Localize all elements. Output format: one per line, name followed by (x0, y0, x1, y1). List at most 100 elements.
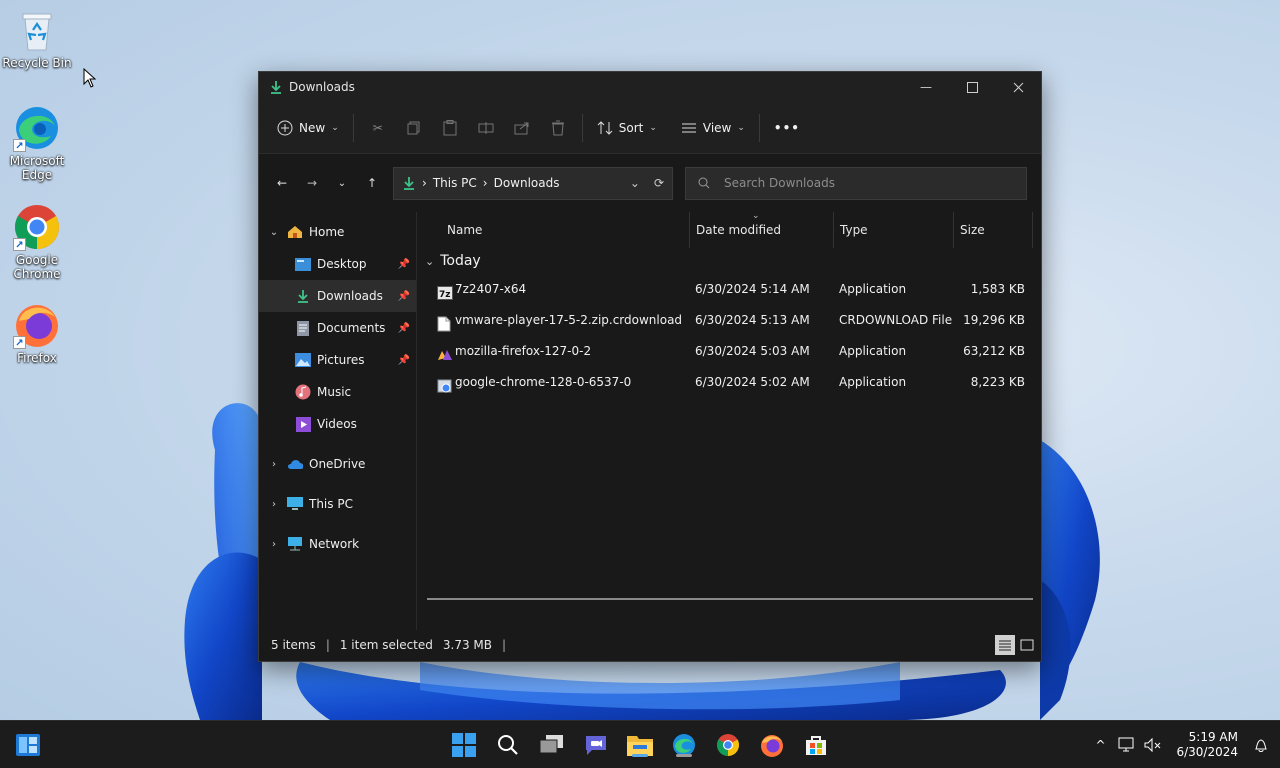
pictures-folder-icon (295, 352, 311, 368)
nav-item-pictures[interactable]: Pictures 📌 (259, 344, 416, 376)
nav-item-onedrive[interactable]: › OneDrive (259, 448, 416, 480)
tiles-view-button[interactable] (1017, 635, 1037, 655)
column-header-date-modified[interactable]: Date modified ⌄ (689, 211, 833, 248)
breadcrumb-downloads[interactable]: Downloads (494, 176, 560, 190)
desktop-icon-recycle-bin[interactable]: Recycle Bin (0, 6, 74, 70)
cut-icon: ✂ (372, 120, 383, 135)
refresh-icon[interactable]: ⟳ (654, 176, 664, 190)
nav-item-this-pc[interactable]: › This PC (259, 488, 416, 520)
horizontal-scrollbar[interactable] (427, 598, 1033, 600)
nav-label: Videos (317, 417, 357, 431)
nav-label: Documents (317, 321, 386, 335)
taskbar-edge[interactable] (668, 729, 700, 761)
desktop-icon-chrome[interactable]: ↗ Google Chrome (0, 203, 74, 281)
notifications-button[interactable] (1248, 737, 1274, 753)
show-hidden-icons-button[interactable]: ^ (1086, 738, 1114, 752)
view-list-icon (681, 123, 696, 132)
running-indicator (676, 754, 692, 757)
shortcut-arrow-icon: ↗ (13, 139, 26, 152)
file-date: 6/30/2024 5:13 AM (695, 313, 810, 327)
taskbar-chrome[interactable] (712, 729, 744, 761)
shortcut-arrow-icon: ↗ (13, 238, 26, 251)
start-button[interactable] (448, 729, 480, 761)
file-date: 6/30/2024 5:02 AM (695, 375, 810, 389)
paste-button[interactable] (432, 111, 468, 145)
chrome-icon (717, 734, 739, 756)
nav-label: OneDrive (309, 457, 366, 471)
chevron-up-icon: ^ (1095, 738, 1106, 752)
view-button[interactable]: View ⌄ (673, 111, 753, 145)
task-view-button[interactable] (536, 729, 568, 761)
address-dropdown-icon[interactable]: ⌄ (630, 176, 640, 190)
breadcrumb-this-pc[interactable]: This PC (433, 176, 477, 190)
search-button[interactable] (492, 729, 524, 761)
share-button[interactable] (504, 111, 540, 145)
network-status-button[interactable] (1114, 737, 1140, 753)
nav-label: This PC (309, 497, 353, 511)
volume-button[interactable] (1140, 737, 1166, 753)
see-more-button[interactable]: ••• (766, 111, 808, 145)
taskbar-file-explorer[interactable] (624, 729, 656, 761)
taskbar-firefox[interactable] (756, 729, 788, 761)
close-button[interactable] (995, 72, 1041, 102)
rename-button[interactable] (468, 111, 504, 145)
nav-item-videos[interactable]: Videos (259, 408, 416, 440)
copy-button[interactable] (396, 111, 432, 145)
file-name: google-chrome-128-0-6537-0 (455, 375, 632, 389)
clock[interactable]: 5:19 AM 6/30/2024 (1176, 730, 1238, 760)
status-size: 3.73 MB (442, 638, 493, 652)
status-item-count: 5 items (271, 638, 316, 652)
pin-icon: 📌 (397, 354, 410, 366)
file-explorer-window: Downloads — New ⌄ ✂ Sort ⌄ View ⌄ ••• ← … (258, 71, 1042, 662)
active-indicator (632, 754, 648, 757)
taskbar-store[interactable] (800, 729, 832, 761)
computer-icon (287, 496, 303, 512)
details-view-button[interactable] (995, 635, 1015, 655)
column-label: Name (447, 223, 483, 237)
desktop-icon-firefox[interactable]: ↗ Firefox (0, 301, 74, 365)
chat-button[interactable] (580, 729, 612, 761)
navigation-pane: ⌄ Home Desktop 📌 Downloads 📌 Documents 📌… (259, 212, 417, 630)
column-header-type[interactable]: Type (833, 212, 953, 248)
nav-item-desktop[interactable]: Desktop 📌 (259, 248, 416, 280)
file-row[interactable]: mozilla-firefox-127-0-2 6/30/2024 5:03 A… (417, 336, 1041, 367)
file-row[interactable]: 7z 7z2407-x64 6/30/2024 5:14 AM Applicat… (417, 274, 1041, 305)
column-header-size[interactable]: Size (953, 212, 1033, 248)
title-bar[interactable]: Downloads — (259, 72, 1041, 102)
chrome-icon: ↗ (13, 203, 61, 251)
new-button[interactable]: New ⌄ (269, 111, 347, 145)
nav-item-home[interactable]: ⌄ Home (259, 216, 416, 248)
file-icon (437, 313, 453, 332)
arrow-left-icon: ← (276, 176, 288, 190)
forward-button[interactable]: → (297, 168, 327, 198)
file-row[interactable]: google-chrome-128-0-6537-0 6/30/2024 5:0… (417, 367, 1041, 398)
toolbar-separator (758, 113, 760, 142)
file-size: 63,212 KB (963, 344, 1025, 358)
delete-button[interactable] (540, 111, 576, 145)
recent-locations-button[interactable]: ⌄ (327, 168, 357, 198)
back-button[interactable]: ← (267, 168, 297, 198)
cut-button[interactable]: ✂ (360, 111, 396, 145)
nav-item-network[interactable]: › Network (259, 528, 416, 560)
maximize-button[interactable] (949, 72, 995, 102)
nav-item-documents[interactable]: Documents 📌 (259, 312, 416, 344)
column-header-name[interactable]: Name (441, 212, 689, 248)
search-box[interactable]: Search Downloads (685, 166, 1027, 200)
arrow-up-icon: ↑ (366, 176, 378, 190)
shortcut-arrow-icon: ↗ (13, 336, 26, 349)
sort-button[interactable]: Sort ⌄ (589, 111, 665, 145)
address-bar[interactable]: › This PC › Downloads ⌄ ⟳ (393, 166, 673, 200)
widgets-button[interactable] (12, 729, 44, 761)
desktop-icon-edge[interactable]: ↗ Microsoft Edge (0, 104, 74, 182)
up-button[interactable]: ↑ (357, 168, 387, 198)
nav-item-downloads[interactable]: Downloads 📌 (259, 280, 416, 312)
file-row[interactable]: vmware-player-17-5-2.zip.crdownload 6/30… (417, 305, 1041, 336)
view-label: View (702, 120, 732, 135)
chevron-right-icon: › (422, 176, 427, 190)
share-icon (514, 122, 529, 134)
minimize-button[interactable]: — (903, 72, 949, 102)
nav-item-music[interactable]: Music (259, 376, 416, 408)
downloads-folder-icon (295, 288, 311, 304)
desktop-folder-icon (295, 256, 311, 272)
group-header-today[interactable]: ⌄ Today (417, 248, 1041, 274)
